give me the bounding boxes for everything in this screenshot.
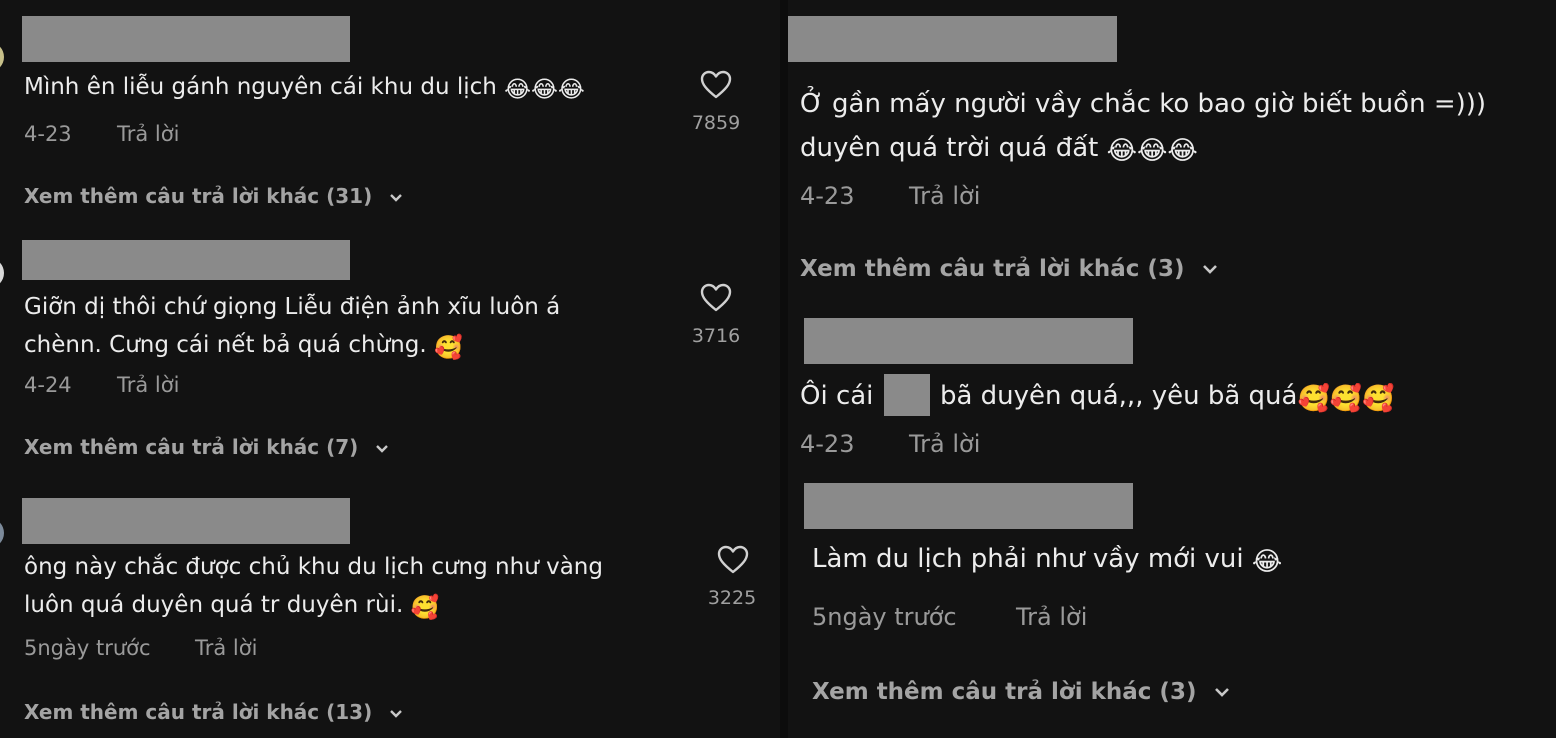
redacted-name bbox=[883, 374, 930, 416]
chevron-down-icon bbox=[390, 709, 403, 718]
comment-date: 5ngày trước bbox=[812, 603, 957, 631]
view-more-replies-button[interactable]: Xem thêm câu trả lời khác (3) bbox=[800, 256, 1218, 282]
comment-emoji: 🥰 bbox=[433, 335, 463, 361]
right-comment-panel: Ở gần mấy người vầy chắc ko bao giờ biết… bbox=[788, 0, 1556, 738]
comment-text: Giỡn dị thôi chứ giọng Liễu điện ảnh xĩu… bbox=[24, 288, 560, 367]
view-more-replies-label: Xem thêm câu trả lời khác (13) bbox=[24, 700, 373, 724]
reply-button[interactable]: Trả lời bbox=[117, 373, 179, 397]
like-count: 3225 bbox=[707, 587, 757, 609]
avatar[interactable] bbox=[0, 518, 4, 548]
comment-date: 4-24 bbox=[24, 373, 72, 397]
comment-text: ông này chắc được chủ khu du lịch cưng n… bbox=[24, 548, 603, 627]
comment-line-2: luôn quá duyên quá tr duyên rùi. 🥰 bbox=[24, 586, 603, 627]
comment-emoji: 😂 bbox=[1251, 547, 1283, 577]
redacted-username bbox=[788, 16, 1117, 62]
comment-text: Mình ên liễu gánh nguyên cái khu du lịch… bbox=[24, 74, 585, 103]
like-count: 7859 bbox=[691, 112, 741, 134]
redacted-username bbox=[804, 318, 1133, 364]
chevron-down-icon bbox=[390, 193, 403, 202]
heart-icon[interactable] bbox=[700, 70, 732, 100]
comment-date: 4-23 bbox=[800, 182, 855, 210]
comment-line: duyên quá trời quá đất bbox=[800, 133, 1099, 163]
comment-emoji: 🥰 bbox=[410, 595, 440, 621]
comment-emoji: 🥰🥰🥰 bbox=[1297, 384, 1395, 414]
redacted-username bbox=[22, 16, 350, 62]
comment-line: Làm du lịch phải như vầy mới vui bbox=[812, 544, 1244, 574]
comment-line-2: duyên quá trời quá đất 😂😂😂 bbox=[800, 126, 1486, 173]
comment-date: 4-23 bbox=[800, 430, 855, 458]
reply-button[interactable]: Trả lời bbox=[909, 182, 980, 210]
redacted-username bbox=[22, 240, 350, 280]
view-more-replies-button[interactable]: Xem thêm câu trả lời khác (31) bbox=[24, 184, 403, 208]
comment-date: 5ngày trước bbox=[24, 636, 151, 660]
left-comment-panel: Mình ên liễu gánh nguyên cái khu du lịch… bbox=[0, 0, 780, 738]
comment-line: ông này chắc được chủ khu du lịch cưng n… bbox=[24, 554, 603, 580]
comment-line: luôn quá duyên quá tr duyên rùi. bbox=[24, 592, 404, 618]
reply-button[interactable]: Trả lời bbox=[1016, 603, 1087, 631]
view-more-replies-button[interactable]: Xem thêm câu trả lời khác (13) bbox=[24, 700, 403, 724]
heart-icon[interactable] bbox=[717, 545, 749, 575]
comment-prefix: Ôi cái bbox=[800, 381, 874, 411]
comment-emoji: 😂😂😂 bbox=[1106, 136, 1198, 166]
comment-line: Mình ên liễu gánh nguyên cái khu du lịch bbox=[24, 74, 497, 100]
redacted-username bbox=[804, 483, 1133, 529]
comment-text: Làm du lịch phải như vầy mới vui 😂 bbox=[812, 544, 1282, 577]
comment-line: chènn. Cưng cái nết bả quá chừng. bbox=[24, 332, 427, 358]
redacted-username bbox=[22, 498, 350, 544]
view-more-replies-button[interactable]: Xem thêm câu trả lời khác (3) bbox=[812, 679, 1230, 705]
comment-text: Ôi cái bã duyên quá,,, yêu bã quá🥰🥰🥰 bbox=[800, 374, 1395, 416]
view-more-replies-label: Xem thêm câu trả lời khác (3) bbox=[800, 256, 1185, 282]
view-more-replies-label: Xem thêm câu trả lời khác (31) bbox=[24, 184, 373, 208]
chevron-down-icon bbox=[1203, 265, 1218, 274]
comment-suffix: bã duyên quá,,, yêu bã quá bbox=[939, 381, 1298, 411]
comment-date: 4-23 bbox=[24, 122, 72, 146]
reply-button[interactable]: Trả lời bbox=[117, 122, 179, 146]
chevron-down-icon bbox=[376, 444, 389, 453]
heart-icon[interactable] bbox=[700, 283, 732, 313]
reply-button[interactable]: Trả lời bbox=[909, 430, 980, 458]
panel-divider bbox=[780, 0, 788, 738]
comment-emoji: 😂😂😂 bbox=[504, 77, 585, 103]
view-more-replies-label: Xem thêm câu trả lời khác (7) bbox=[24, 435, 359, 459]
avatar[interactable] bbox=[0, 42, 4, 72]
avatar[interactable] bbox=[0, 258, 4, 288]
view-more-replies-label: Xem thêm câu trả lời khác (3) bbox=[812, 679, 1197, 705]
comment-text: Ở gần mấy người vầy chắc ko bao giờ biết… bbox=[800, 82, 1486, 173]
chevron-down-icon bbox=[1215, 688, 1230, 697]
comment-line: Giỡn dị thôi chứ giọng Liễu điện ảnh xĩu… bbox=[24, 294, 561, 320]
comment-line-2: chènn. Cưng cái nết bả quá chừng. 🥰 bbox=[24, 326, 560, 367]
like-count: 3716 bbox=[691, 325, 741, 347]
reply-button[interactable]: Trả lời bbox=[195, 636, 257, 660]
comment-line: Ở gần mấy người vầy chắc ko bao giờ biết… bbox=[800, 89, 1487, 119]
view-more-replies-button[interactable]: Xem thêm câu trả lời khác (7) bbox=[24, 435, 389, 459]
